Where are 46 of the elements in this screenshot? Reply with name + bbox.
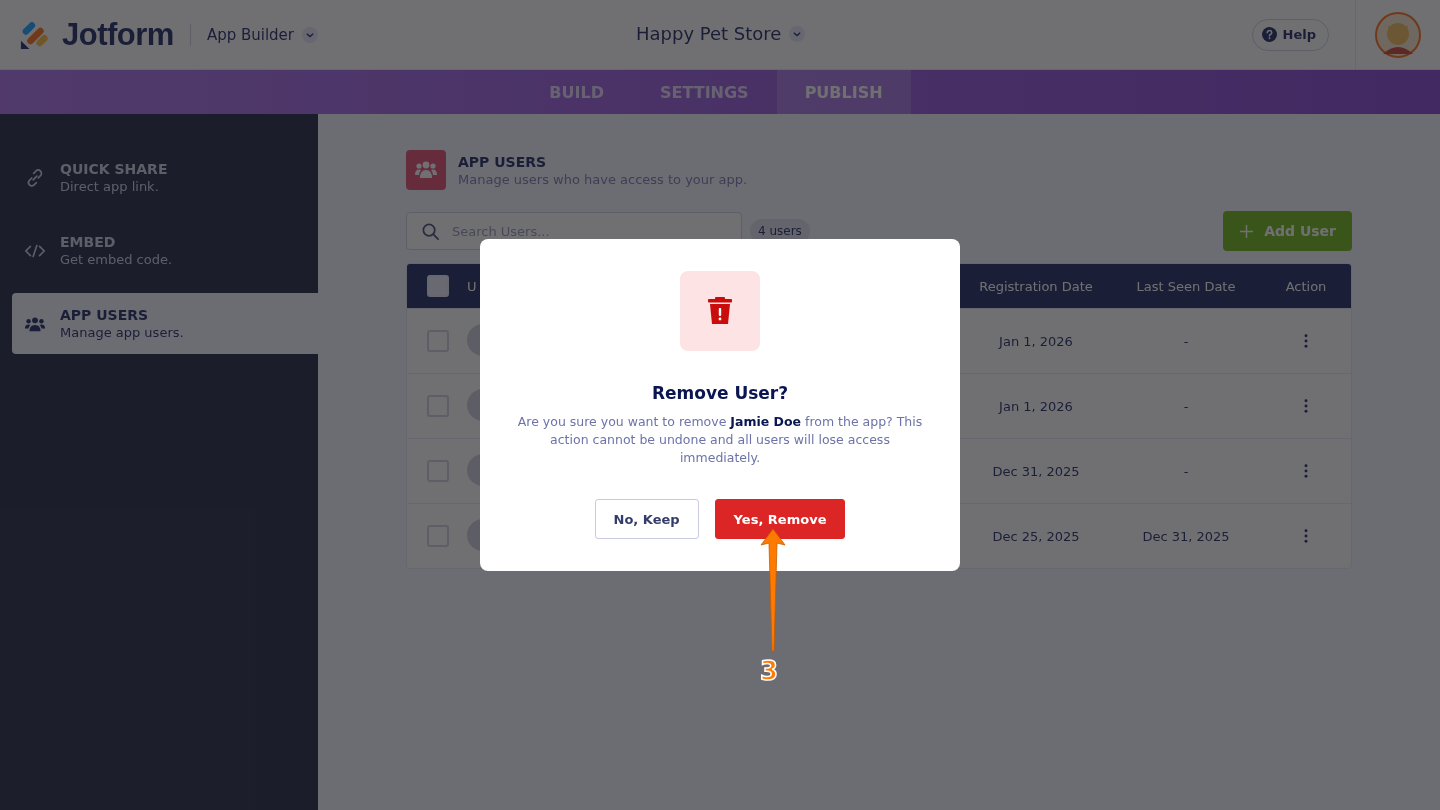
- table-cell-text: Jan 1, 2026: [997, 333, 1074, 349]
- sidebar-item-title: EMBED: [60, 234, 117, 250]
- dialog-message: Are you sure you want to remove Jamie Doe from the app? This action cannot be undone and all users will lose access immediately.: [516, 413, 924, 467]
- app-name-dropdown[interactable]: Happy Pet Store: [636, 23, 806, 44]
- table-cell-text: Dec 31, 2025: [991, 463, 1081, 479]
- sidebar-item-title: QUICK SHARE: [60, 161, 168, 177]
- column-header: Last Seen Date: [1135, 278, 1237, 294]
- more-options-icon[interactable]: [1304, 529, 1308, 543]
- plus-icon: [1239, 223, 1255, 239]
- keep-button[interactable]: No, Keep: [594, 499, 699, 539]
- sidebar-item-subtitle: Get embed code.: [60, 252, 173, 267]
- trash-warning-icon: [680, 271, 760, 351]
- more-options-icon[interactable]: [1304, 464, 1308, 478]
- step-number: 3: [760, 656, 779, 686]
- sidebar-item[interactable]: APP USERS Manage app users.: [12, 293, 318, 354]
- product-switcher[interactable]: App Builder: [206, 25, 318, 44]
- chevron-down-icon: [302, 26, 318, 43]
- column-header: Action: [1284, 278, 1328, 294]
- section-title: APP USERS: [458, 153, 548, 170]
- search-icon: [421, 221, 440, 241]
- sidebar-item-subtitle: Direct app link.: [60, 179, 160, 194]
- add-user-button[interactable]: Add User: [1223, 211, 1352, 251]
- logo-icon: [20, 19, 50, 50]
- table-cell-text: -: [1182, 333, 1190, 349]
- table-cell-text: -: [1182, 463, 1190, 479]
- table-cell-text: Jan 1, 2026: [997, 398, 1074, 414]
- table-cell-text: Dec 31, 2025: [1141, 528, 1231, 544]
- more-options-icon[interactable]: [1304, 334, 1308, 348]
- help-icon: [1261, 27, 1277, 42]
- more-options-icon[interactable]: [1304, 399, 1308, 413]
- dialog-title: Remove User?: [651, 383, 789, 403]
- jotform-logo[interactable]: Jotform: [62, 16, 174, 53]
- sidebar-item[interactable]: QUICK SHARE Direct app link.: [12, 147, 318, 208]
- table-cell-text: -: [1182, 398, 1190, 414]
- help-button[interactable]: Help: [1251, 18, 1329, 51]
- remove-button[interactable]: Yes, Remove: [714, 499, 846, 539]
- table-cell-text: Dec 25, 2025: [991, 528, 1081, 544]
- avatar-icon[interactable]: [1375, 11, 1421, 58]
- column-header: U: [467, 278, 478, 294]
- sidebar-item-subtitle: Manage app users.: [60, 325, 184, 340]
- sidebar-item-title: APP USERS: [60, 307, 150, 323]
- users-icon: [406, 150, 446, 190]
- chevron-down-icon: [789, 25, 806, 42]
- column-header: Registration Date: [978, 278, 1094, 294]
- sidebar-item[interactable]: EMBED Get embed code.: [12, 220, 318, 281]
- select-all-checkbox[interactable]: [426, 275, 449, 297]
